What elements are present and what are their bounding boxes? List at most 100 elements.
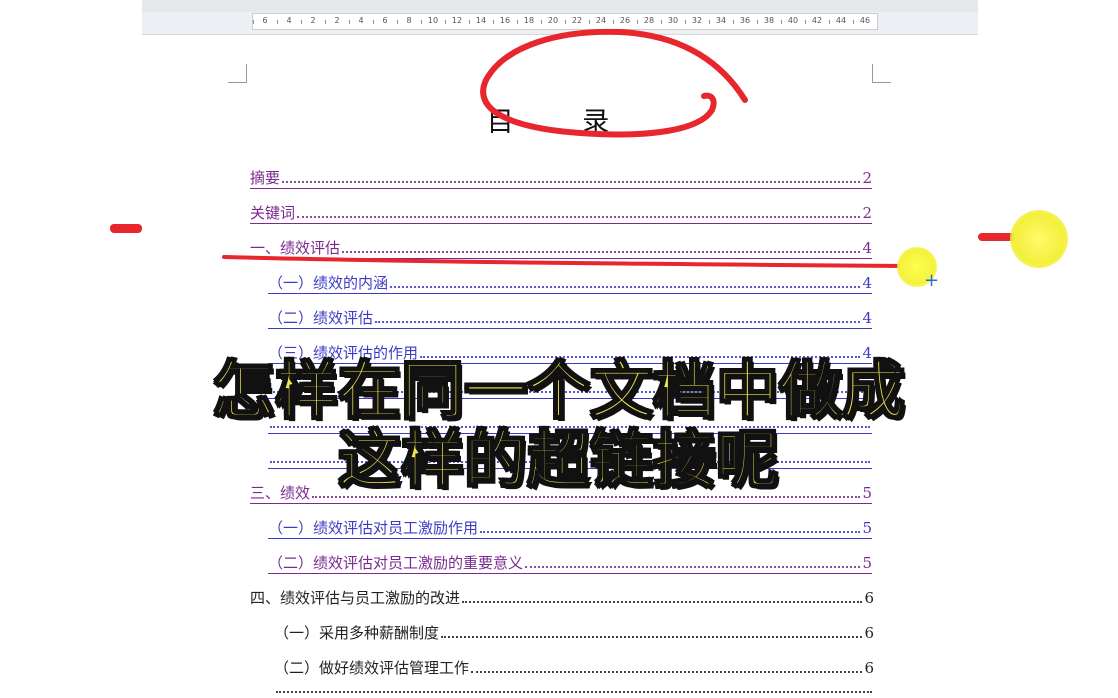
toc-entry-label: （二）绩效评估对员工激励的重要意义	[268, 554, 524, 572]
crosshair-cursor-icon: +	[924, 270, 940, 291]
toc-leader-dots	[282, 180, 861, 183]
toc-entry-1-2[interactable]: （二）绩效评估 4	[268, 308, 872, 329]
ruler-tick	[613, 20, 614, 24]
toc-entry-label: （二）做好绩效评估管理工作	[274, 659, 470, 677]
toc-entry-4-1: （一）采用多种薪酬制度 6	[274, 623, 874, 643]
toc-entry-page: 6	[864, 589, 874, 607]
ruler-tick-label: 12	[451, 16, 463, 25]
ruler-tick	[757, 20, 758, 24]
toc-entry-label: 四、绩效评估与员工激励的改进	[250, 589, 461, 607]
toc-entry-page: 6	[864, 624, 874, 642]
toc-entry-label: （二）绩效评估	[268, 309, 374, 327]
red-annotation-stroke-left	[110, 224, 142, 233]
toc-entry-keywords[interactable]: 关键词 2	[250, 203, 872, 224]
toc-leader-dots	[441, 635, 863, 638]
toc-entry-4-2: （二）做好绩效评估管理工作 6	[274, 658, 874, 678]
ruler-tick	[805, 20, 806, 24]
ruler-tick	[517, 20, 518, 24]
toc-leader-dots	[375, 320, 861, 323]
toc-entry-page: 2	[862, 169, 872, 187]
ruler-tick	[493, 20, 494, 24]
ruler-tick-label: 22	[571, 16, 583, 25]
ruler-tick	[469, 20, 470, 24]
ruler-tick	[445, 20, 446, 24]
toc-entry-page: 5	[862, 519, 872, 537]
ruler-track[interactable]: 6 4 2 2 4 6 8 10 12 14 16 18 20 22 24 26 28 30 32 34 36 38 40 4…	[252, 13, 878, 30]
toc-entry-label: （一）绩效的内涵	[268, 274, 389, 292]
toc-entry-page: 2	[862, 204, 872, 222]
ruler-tick	[589, 20, 590, 24]
toolbar-strip-cropped	[142, 0, 978, 12]
ruler-tick	[541, 20, 542, 24]
ruler-tick-label: 6	[382, 16, 388, 25]
ruler-tick-label: 16	[499, 16, 511, 25]
toc-entry-page: 4	[862, 309, 872, 327]
toc-entry-page: 6	[864, 659, 874, 677]
ruler-tick-label: 2	[310, 16, 316, 25]
ruler-tick	[349, 20, 350, 24]
toc-entry-section-1[interactable]: 一、绩效评估 4	[250, 238, 872, 259]
toc-entry-page: 4	[862, 239, 872, 257]
toc-leader-dots	[462, 600, 863, 603]
ruler-tick	[661, 20, 662, 24]
ruler-tick-label: 42	[811, 16, 823, 25]
caption-line-1: 怎样在同一个文档中做成	[211, 354, 906, 427]
margin-corner-mark-right	[872, 64, 891, 83]
ruler-tick-label: 34	[715, 16, 727, 25]
ruler-tick-label: 38	[763, 16, 775, 25]
caption-line-2: 这样的超链接呢	[337, 423, 780, 497]
toc-leader-dots	[297, 215, 861, 218]
toc-entry-section-4: 四、绩效评估与员工激励的改进 6	[250, 588, 874, 608]
ruler-tick	[637, 20, 638, 24]
toc-title: 目 录	[486, 107, 640, 138]
overlay-caption: 怎样在同一个文档中做成 这样的超链接呢	[0, 354, 1118, 497]
ruler-tick-label: 14	[475, 16, 487, 25]
toc-leader-dots	[390, 285, 861, 288]
ruler-tick-label: 24	[595, 16, 607, 25]
toc-entry-1-1[interactable]: （一）绩效的内涵 4	[268, 273, 872, 294]
ruler-tick-label: 30	[667, 16, 679, 25]
ruler-tick-label: 44	[835, 16, 847, 25]
screen-recording-frame: 6 4 2 2 4 6 8 10 12 14 16 18 20 22 24 26 28 30 32 34 36 38 40 4…	[0, 0, 1118, 698]
ruler-tick	[733, 20, 734, 24]
toc-leader-dots	[480, 530, 861, 533]
toc-entry-3-1[interactable]: （一）绩效评估对员工激励作用 5	[268, 518, 872, 539]
ruler-tick-label: 46	[859, 16, 871, 25]
ruler-tick-label: 26	[619, 16, 631, 25]
ruler-tick-label: 4	[286, 16, 292, 25]
ruler-tick-label: 18	[523, 16, 535, 25]
ruler-tick-label: 20	[547, 16, 559, 25]
ruler-tick-label: 8	[406, 16, 412, 25]
ruler-tick-label: 32	[691, 16, 703, 25]
ruler-tick-label: 6	[262, 16, 268, 25]
ruler-tick	[421, 20, 422, 24]
toc-entry-label: 一、绩效评估	[250, 239, 341, 257]
toc-leader-dots	[276, 690, 872, 693]
ruler-tick-label: 10	[427, 16, 439, 25]
ruler-tick	[829, 20, 830, 24]
ruler-tick	[325, 20, 326, 24]
ruler-tick-label: 40	[787, 16, 799, 25]
ruler-tick	[685, 20, 686, 24]
horizontal-ruler: 6 4 2 2 4 6 8 10 12 14 16 18 20 22 24 26 28 30 32 34 36 38 40 4…	[142, 0, 978, 35]
ruler-tick	[781, 20, 782, 24]
ruler-tick	[853, 20, 854, 24]
toc-entry-label: 摘要	[250, 169, 281, 187]
ruler-tick-label: 36	[739, 16, 751, 25]
ruler-tick	[709, 20, 710, 24]
toc-entry-page: 4	[862, 274, 872, 292]
ruler-tick	[301, 20, 302, 24]
ruler-tick-label: 4	[358, 16, 364, 25]
ruler-tick	[277, 20, 278, 24]
toc-leader-dots	[342, 250, 861, 253]
toc-entry-label: （一）绩效评估对员工激励作用	[268, 519, 479, 537]
cursor-highlight-dot-secondary	[1010, 210, 1068, 268]
ruler-tick-label: 28	[643, 16, 655, 25]
toc-entry-abstract[interactable]: 摘要 2	[250, 168, 872, 189]
toc-leader-dots	[471, 670, 863, 673]
ruler-tick	[373, 20, 374, 24]
toc-entry-3-2[interactable]: （二）绩效评估对员工激励的重要意义 5	[268, 553, 872, 574]
ruler-tick	[397, 20, 398, 24]
ruler-tick	[253, 20, 254, 24]
ruler-tick	[565, 20, 566, 24]
